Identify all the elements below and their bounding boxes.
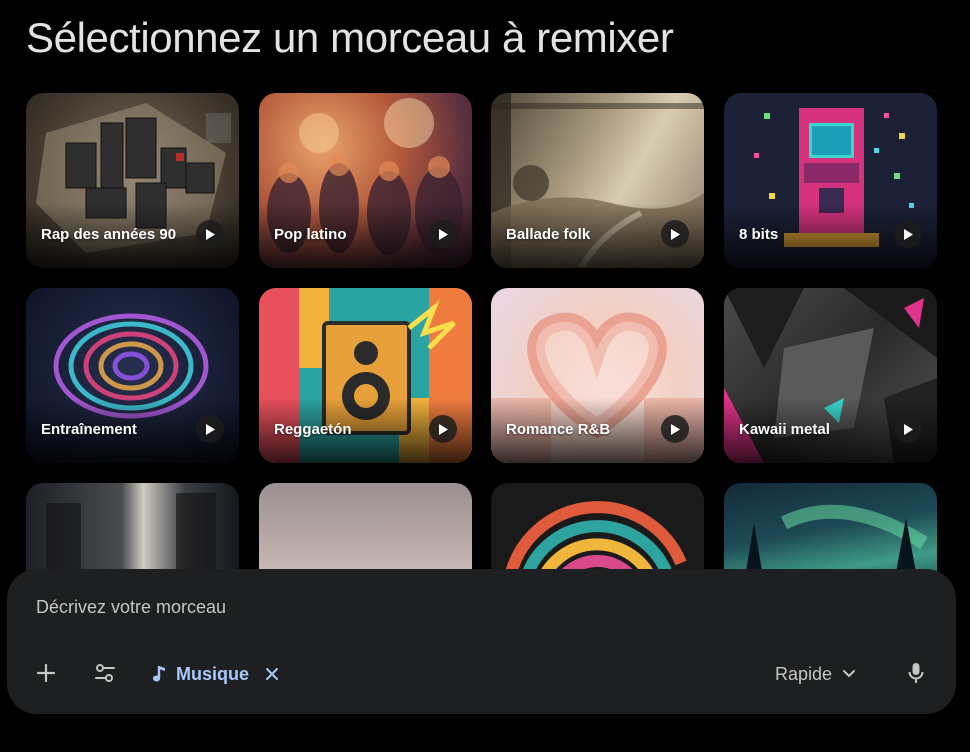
play-button[interactable] (661, 415, 689, 443)
track-card-rap-90s[interactable]: Rap des années 90 (26, 93, 239, 268)
play-button[interactable] (661, 220, 689, 248)
microphone-button[interactable] (904, 660, 928, 686)
play-icon (904, 228, 913, 240)
play-button[interactable] (196, 415, 224, 443)
play-icon (439, 228, 448, 240)
track-label: Entraînement (41, 421, 137, 438)
track-card-latin-pop[interactable]: Pop latino (259, 93, 472, 268)
track-card-reggaeton[interactable]: Reggaetón (259, 288, 472, 463)
play-icon (671, 228, 680, 240)
chevron-down-icon (843, 670, 856, 678)
sliders-icon (95, 664, 115, 682)
play-icon (904, 423, 913, 435)
track-grid: Rap des années 90 Pop latino Ballade fol… (26, 93, 946, 658)
music-chip-label: Musique (176, 663, 250, 684)
mode-selector-label: Rapide (775, 663, 833, 684)
play-button[interactable] (196, 220, 224, 248)
track-label: Romance R&B (506, 421, 611, 438)
track-card-kawaii-metal[interactable]: Kawaii metal (724, 288, 937, 463)
music-note-icon (152, 666, 165, 682)
remove-chip-button[interactable] (261, 663, 283, 685)
play-button[interactable] (894, 220, 922, 248)
play-icon (439, 423, 448, 435)
track-card-rnb-romance[interactable]: Romance R&B (491, 288, 704, 463)
play-icon (206, 423, 215, 435)
prompt-input[interactable] (36, 597, 736, 618)
page-title: Sélectionnez un morceau à remixer (26, 14, 674, 61)
mode-selector[interactable]: Rapide (775, 661, 856, 687)
add-button[interactable] (34, 661, 58, 685)
microphone-icon (908, 663, 924, 683)
play-button[interactable] (429, 415, 457, 443)
play-icon (671, 423, 680, 435)
play-icon (206, 228, 215, 240)
play-button[interactable] (429, 220, 457, 248)
track-label: Kawaii metal (739, 421, 830, 438)
track-card-workout[interactable]: Entraînement (26, 288, 239, 463)
close-icon (266, 668, 279, 680)
track-label: Reggaetón (274, 421, 352, 438)
prompt-composer: Musique Rapide (7, 569, 956, 714)
tools-button[interactable] (93, 661, 117, 685)
track-label: Pop latino (274, 226, 347, 243)
track-card-8-bits[interactable]: 8 bits (724, 93, 937, 268)
track-card-folk-ballad[interactable]: Ballade folk (491, 93, 704, 268)
plus-icon (36, 663, 56, 683)
play-button[interactable] (894, 415, 922, 443)
track-label: 8 bits (739, 226, 779, 243)
track-label: Ballade folk (506, 226, 591, 243)
music-chip[interactable]: Musique (150, 660, 283, 688)
track-label: Rap des années 90 (41, 226, 177, 243)
